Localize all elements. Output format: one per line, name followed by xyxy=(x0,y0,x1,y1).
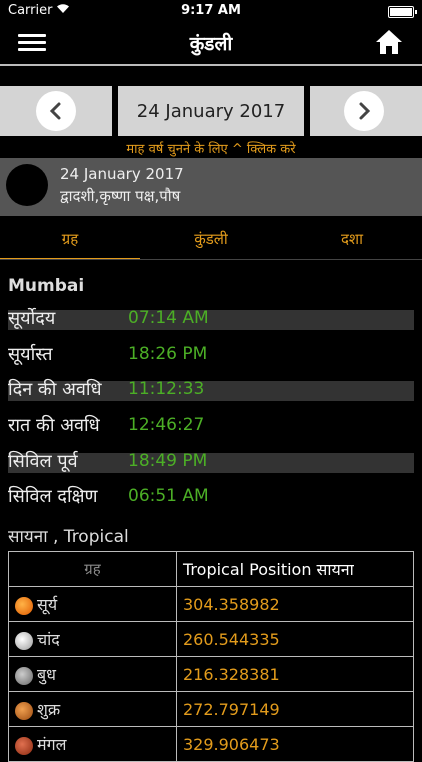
venus-icon xyxy=(15,701,33,720)
date-selector: 24 January 2017 xyxy=(0,86,422,136)
row-value: 06:51 AM xyxy=(128,486,209,506)
position-cell: 216.328381 xyxy=(176,656,414,692)
planet-name: चांद xyxy=(37,630,60,649)
row-label: सूर्यास्त xyxy=(8,344,53,365)
status-time: 9:17 AM xyxy=(181,3,241,18)
row-label: रात की अवधि xyxy=(8,415,100,436)
position-cell: 272.797149 xyxy=(176,691,414,727)
header-planet: ग्रह xyxy=(8,551,177,587)
row-label: सूर्योदय xyxy=(8,308,56,329)
section-title: सायना , Tropical xyxy=(8,527,129,547)
planet-cell: मंगल xyxy=(8,726,177,762)
prev-date-button[interactable] xyxy=(0,86,112,136)
position-cell: 329.906473 xyxy=(176,726,414,762)
tab-dasha[interactable]: दशा xyxy=(282,226,422,258)
position-cell: 260.544335 xyxy=(176,621,414,657)
table-header-row: ग्रह Tropical Position सायना xyxy=(8,551,414,587)
chevron-right-icon xyxy=(359,102,371,120)
table-row[interactable]: शुक्र 272.797149 xyxy=(8,691,414,727)
header-position: Tropical Position सायना xyxy=(176,551,414,587)
info-row-sunrise: सूर्योदय 07:14 AM xyxy=(8,308,414,330)
next-date-button[interactable] xyxy=(310,86,422,136)
planet-cell: सूर्य xyxy=(8,586,177,622)
table-row[interactable]: मंगल 329.906473 xyxy=(8,726,414,762)
day-date: 24 January 2017 xyxy=(60,165,184,183)
moon-icon xyxy=(15,631,33,650)
planet-name: शुक्र xyxy=(37,700,61,719)
info-row-sunset: सूर्यास्त 18:26 PM xyxy=(8,344,414,366)
row-value: 11:12:33 xyxy=(128,379,205,399)
row-value: 18:49 PM xyxy=(128,451,208,471)
tab-divider xyxy=(0,259,422,260)
day-tithi: द्वादशी,कृष्णा पक्ष,पौष xyxy=(60,187,181,205)
sun-icon xyxy=(15,596,33,615)
tab-kundli[interactable]: कुंडली xyxy=(141,226,281,258)
row-label: सिविल दक्षिण xyxy=(8,486,98,507)
next-circle xyxy=(344,91,384,131)
row-value: 12:46:27 xyxy=(128,415,205,435)
row-value: 18:26 PM xyxy=(128,344,208,364)
home-button[interactable] xyxy=(374,28,404,56)
day-panel: 24 January 2017 द्वादशी,कृष्णा पक्ष,पौष xyxy=(0,158,422,216)
planet-cell: शुक्र xyxy=(8,691,177,727)
city-label: Mumbai xyxy=(8,276,85,296)
table-row[interactable]: बुध 216.328381 xyxy=(8,656,414,692)
info-row-civil-east: सिविल पूर्व 18:49 PM xyxy=(8,451,414,473)
row-label: दिन की अवधि xyxy=(8,379,102,400)
mercury-icon xyxy=(15,666,33,685)
planet-name: बुध xyxy=(37,665,56,684)
nav-divider xyxy=(0,64,422,66)
date-display[interactable]: 24 January 2017 xyxy=(118,86,304,136)
planet-cell: चांद xyxy=(8,621,177,657)
table-row[interactable]: सूर्य 304.358982 xyxy=(8,586,414,622)
position-cell: 304.358982 xyxy=(176,586,414,622)
planet-name: सूर्य xyxy=(37,595,58,614)
status-bar: Carrier 9:17 AM xyxy=(0,0,422,22)
planet-cell: बुध xyxy=(8,656,177,692)
nav-bar: कुंडली xyxy=(0,22,422,64)
info-row-day-duration: दिन की अवधि 11:12:33 xyxy=(8,379,414,401)
planet-table: ग्रह Tropical Position सायना सूर्य 304.3… xyxy=(8,551,414,762)
planet-name: मंगल xyxy=(37,735,67,754)
table-row[interactable]: चांद 260.544335 xyxy=(8,621,414,657)
date-hint: माह वर्ष चुनने के लिए ^ क्लिक करे xyxy=(126,142,296,157)
page-title: कुंडली xyxy=(189,33,233,55)
moon-phase-icon xyxy=(6,164,48,206)
row-band xyxy=(8,310,414,330)
chevron-left-icon xyxy=(49,102,61,120)
prev-circle xyxy=(36,91,76,131)
tab-planets[interactable]: ग्रह xyxy=(0,226,140,260)
info-row-civil-south: सिविल दक्षिण 06:51 AM xyxy=(8,486,414,508)
row-value: 07:14 AM xyxy=(128,308,209,328)
mars-icon xyxy=(15,736,33,755)
tab-bar: ग्रह कुंडली दशा xyxy=(0,226,422,260)
battery-icon xyxy=(388,6,417,18)
info-row-night-duration: रात की अवधि 12:46:27 xyxy=(8,415,414,437)
row-label: सिविल पूर्व xyxy=(8,451,78,472)
home-icon xyxy=(376,30,402,54)
